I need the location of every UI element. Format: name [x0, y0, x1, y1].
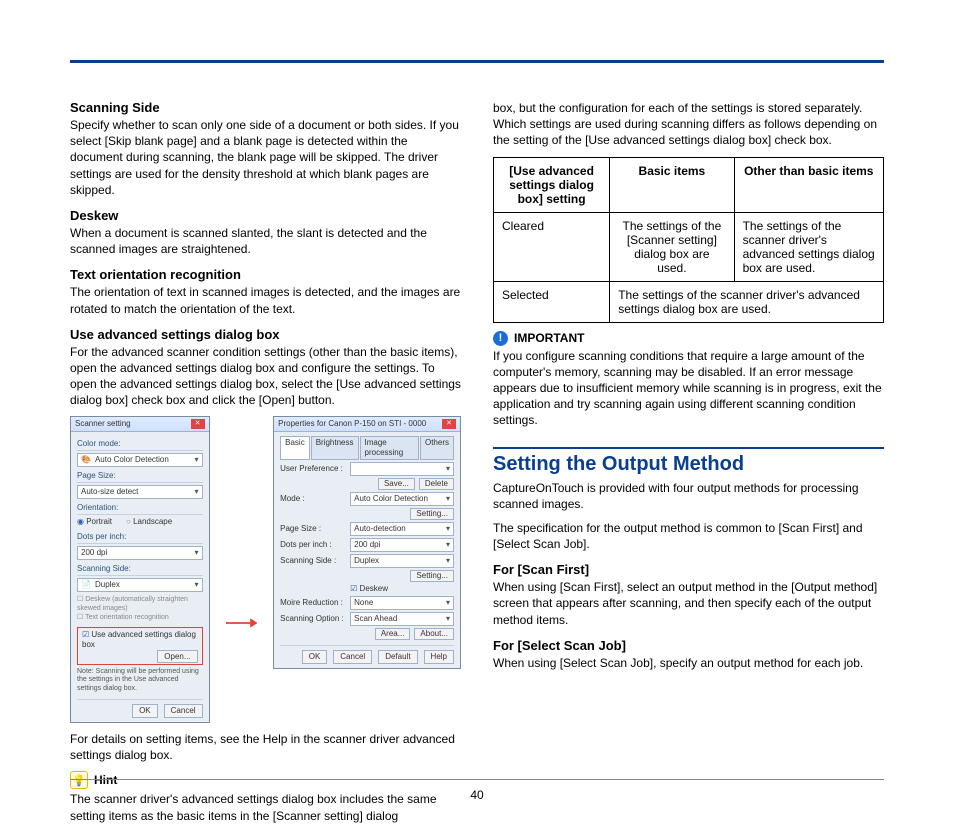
- ok-button[interactable]: OK: [132, 704, 158, 718]
- delete-button[interactable]: Delete: [419, 478, 454, 490]
- scan-opt-select[interactable]: Scan Ahead▾: [350, 612, 454, 626]
- table-header: [Use advanced settings dialog box] setti…: [494, 157, 610, 212]
- right-column: box, but the configuration for each of t…: [493, 90, 884, 832]
- orientation-label: Orientation:: [77, 503, 203, 513]
- tab-brightness[interactable]: Brightness: [311, 436, 359, 460]
- para-scanning-side: Specify whether to scan only one side of…: [70, 117, 461, 198]
- red-arrow-icon: [226, 617, 258, 629]
- page-size-select[interactable]: Auto-detection▾: [350, 522, 454, 536]
- heading-scanning-side: Scanning Side: [70, 100, 461, 115]
- table-header: Basic items: [610, 157, 734, 212]
- para-continuation: box, but the configuration for each of t…: [493, 100, 884, 149]
- help-button[interactable]: Help: [424, 650, 454, 664]
- dialog-titlebar: Scanner setting ✕: [71, 417, 209, 432]
- heading-deskew: Deskew: [70, 208, 461, 223]
- top-rule: [70, 60, 884, 63]
- default-button[interactable]: Default: [378, 650, 417, 664]
- page-size-select[interactable]: Auto-size detect▾: [77, 485, 203, 499]
- color-mode-label: Color mode:: [77, 439, 203, 449]
- settings-table: [Use advanced settings dialog box] setti…: [493, 157, 884, 323]
- table-row: Selected The settings of the scanner dri…: [494, 281, 884, 322]
- heading-text-orientation: Text orientation recognition: [70, 267, 461, 282]
- bottom-rule: [70, 779, 884, 780]
- adv-settings-checkbox[interactable]: [82, 630, 91, 639]
- important-label: IMPORTANT: [514, 331, 584, 345]
- heading-scan-first: For [Scan First]: [493, 562, 884, 577]
- close-icon[interactable]: ✕: [442, 419, 456, 429]
- about-button[interactable]: About...: [414, 628, 454, 640]
- adv-settings-highlight: Use advanced settings dialog box Open...: [77, 627, 203, 665]
- page-size-label: Page Size :: [280, 524, 344, 534]
- open-button[interactable]: Open...: [157, 650, 197, 663]
- table-cell: The settings of the scanner driver's adv…: [610, 281, 884, 322]
- dialog-titlebar: Properties for Canon P-150 on STI - 0000…: [274, 417, 460, 432]
- para-scan-first: When using [Scan First], select an outpu…: [493, 579, 884, 628]
- para-adv-settings: For the advanced scanner condition setti…: [70, 344, 461, 409]
- table-cell: The settings of the scanner driver's adv…: [734, 212, 883, 281]
- dpi-label: Dots per inch :: [280, 540, 344, 550]
- left-column: Scanning Side Specify whether to scan on…: [70, 90, 461, 832]
- page-number: 40: [0, 788, 954, 802]
- section-rule: [493, 447, 884, 449]
- table-cell: Selected: [494, 281, 610, 322]
- section-heading: Setting the Output Method: [493, 453, 884, 476]
- moire-select[interactable]: None▾: [350, 596, 454, 610]
- mode-label: Mode :: [280, 494, 344, 504]
- dpi-select[interactable]: 200 dpi▾: [350, 538, 454, 552]
- page-size-label: Page Size:: [77, 471, 203, 481]
- scan-side-label: Scanning Side :: [280, 556, 344, 566]
- setting-button-2[interactable]: Setting...: [410, 570, 454, 582]
- save-button[interactable]: Save...: [378, 478, 415, 490]
- scanner-setting-dialog: Scanner setting ✕ Color mode: 🎨Auto Colo…: [70, 416, 210, 723]
- dialog-title: Scanner setting: [75, 419, 131, 429]
- heading-adv-settings: Use advanced settings dialog box: [70, 327, 461, 342]
- tab-basic[interactable]: Basic: [280, 436, 310, 460]
- cancel-button[interactable]: Cancel: [164, 704, 203, 718]
- important-icon: !: [493, 331, 508, 346]
- para-after-dialogs: For details on setting items, see the He…: [70, 731, 461, 763]
- deskew-checkbox[interactable]: [77, 596, 85, 603]
- para-text-orientation: The orientation of text in scanned image…: [70, 284, 461, 316]
- dialog-note: Note: Scanning will be performed using t…: [77, 668, 203, 694]
- area-button[interactable]: Area...: [375, 628, 411, 640]
- ok-button[interactable]: OK: [302, 650, 328, 664]
- moire-label: Moire Reduction :: [280, 598, 344, 608]
- table-cell: Cleared: [494, 212, 610, 281]
- setting-button[interactable]: Setting...: [410, 508, 454, 520]
- dpi-select[interactable]: 200 dpi▾: [77, 546, 203, 560]
- heading-select-job: For [Select Scan Job]: [493, 638, 884, 653]
- user-pref-label: User Preference :: [280, 464, 344, 474]
- scan-opt-label: Scanning Option :: [280, 614, 344, 624]
- para-output-2: The specification for the output method …: [493, 520, 884, 552]
- scan-side-select[interactable]: Duplex▾: [350, 554, 454, 568]
- cancel-button[interactable]: Cancel: [333, 650, 372, 664]
- table-header: Other than basic items: [734, 157, 883, 212]
- tab-image-processing[interactable]: Image processing: [360, 436, 419, 460]
- mode-select[interactable]: Auto Color Detection▾: [350, 492, 454, 506]
- para-important: If you configure scanning conditions tha…: [493, 348, 884, 429]
- table-row: Cleared The settings of the [Scanner set…: [494, 212, 884, 281]
- scan-side-select[interactable]: 📄Duplex▾: [77, 578, 203, 592]
- user-pref-select[interactable]: ▾: [350, 462, 454, 476]
- properties-dialog: Properties for Canon P-150 on STI - 0000…: [273, 416, 461, 669]
- text-orient-checkbox[interactable]: [77, 614, 85, 621]
- dialog-title: Properties for Canon P-150 on STI - 0000: [278, 419, 426, 429]
- dpi-label: Dots per inch:: [77, 532, 203, 542]
- close-icon[interactable]: ✕: [191, 419, 205, 429]
- landscape-radio[interactable]: Landscape: [126, 517, 172, 527]
- deskew-checkbox[interactable]: [350, 584, 359, 593]
- color-mode-select[interactable]: 🎨Auto Color Detection▾: [77, 453, 203, 467]
- hint-label: Hint: [94, 773, 117, 787]
- dialog-screenshots: Scanner setting ✕ Color mode: 🎨Auto Colo…: [70, 416, 461, 723]
- tab-others[interactable]: Others: [420, 436, 454, 460]
- para-select-job: When using [Select Scan Job], specify an…: [493, 655, 884, 671]
- para-deskew: When a document is scanned slanted, the …: [70, 225, 461, 257]
- table-cell: The settings of the [Scanner setting] di…: [610, 212, 734, 281]
- portrait-radio[interactable]: Portrait: [77, 517, 112, 527]
- scan-side-label: Scanning Side:: [77, 564, 203, 574]
- para-output-1: CaptureOnTouch is provided with four out…: [493, 480, 884, 512]
- hint-icon: 💡: [70, 771, 88, 789]
